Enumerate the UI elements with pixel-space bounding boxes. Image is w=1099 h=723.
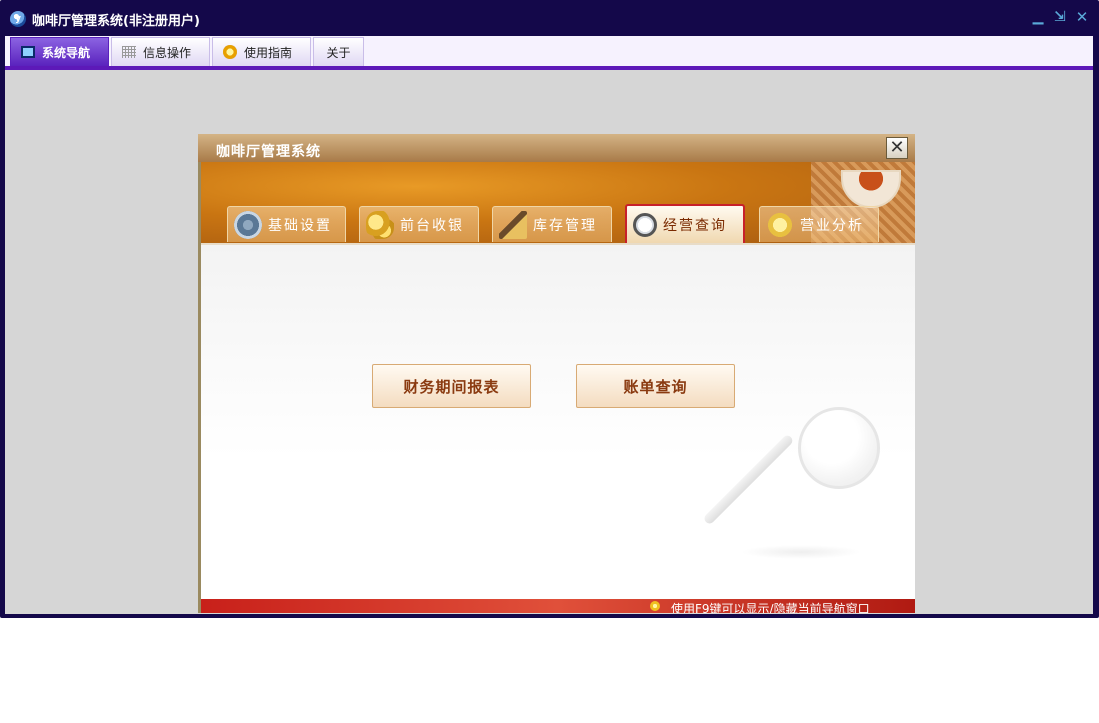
tab-inventory[interactable]: 库存管理 (492, 206, 612, 242)
app-title: 咖啡厅管理系统(非注册用户) (32, 14, 200, 29)
menu-tab-info-ops[interactable]: 信息操作 (111, 37, 210, 66)
tab-front-cashier[interactable]: 前台收银 (359, 206, 479, 242)
bill-query-button[interactable]: 账单查询 (576, 364, 735, 408)
module-tab-label: 前台收银 (400, 217, 464, 234)
dialog-status-bar: 使用F9键可以显示/隐藏当前导航窗口 (201, 599, 915, 613)
dialog-close-button[interactable]: ✕ (886, 137, 908, 159)
coins-icon (366, 210, 394, 239)
title-bar[interactable]: y 咖啡厅管理系统(非注册用户) ▁ ⇲ ✕ (0, 0, 1099, 36)
lightbulb-icon (650, 601, 660, 611)
tab-content-panel: 财务期间报表 账单查询 (201, 243, 915, 599)
close-button[interactable]: ✕ (1073, 8, 1091, 26)
status-hint-text: 使用F9键可以显示/隐藏当前导航窗口 (671, 602, 870, 613)
dialog-title: 咖啡厅管理系统 (216, 144, 321, 160)
minimize-button[interactable]: ▁ (1029, 8, 1047, 26)
magnifier-watermark-handle (702, 433, 795, 526)
menu-tab-label: 系统导航 (42, 45, 91, 60)
menu-tab-label: 关于 (326, 45, 351, 60)
magnifier-watermark-icon (798, 407, 880, 489)
tab-business-query[interactable]: 经营查询 (625, 204, 745, 243)
menu-tab-user-guide[interactable]: 使用指南 (212, 37, 311, 66)
magnifier-icon (633, 212, 657, 237)
menu-bar: 系统导航 信息操作 使用指南 关于 (5, 36, 1093, 66)
tab-basic-settings[interactable]: 基础设置 (227, 206, 346, 242)
finance-period-report-button[interactable]: 财务期间报表 (372, 364, 531, 408)
monitor-icon (21, 46, 35, 58)
grid-icon (122, 46, 136, 58)
house-icon (499, 210, 527, 239)
module-tab-label: 库存管理 (533, 217, 597, 234)
menu-tab-label: 信息操作 (143, 45, 192, 60)
menu-tab-label: 使用指南 (244, 45, 293, 60)
gear-icon (234, 210, 262, 239)
menu-tab-system-nav[interactable]: 系统导航 (10, 37, 109, 66)
tab-business-analysis[interactable]: 营业分析 (759, 206, 879, 242)
menu-tab-about[interactable]: 关于 (313, 37, 364, 66)
clock-icon (223, 45, 237, 59)
navigation-dialog: 咖啡厅管理系统 ✕ 基础设置 前台收银 库存管理 经营查询 营业分析 财务期间报… (198, 134, 915, 613)
module-tab-label: 营业分析 (800, 217, 864, 234)
restore-button[interactable]: ⇲ (1051, 8, 1069, 26)
star-icon (766, 210, 794, 239)
coffee-logo-icon: y (10, 11, 26, 27)
magnifier-shadow (741, 545, 861, 559)
dialog-title-bar[interactable]: 咖啡厅管理系统 ✕ (198, 134, 915, 162)
module-tab-label: 基础设置 (268, 217, 332, 234)
module-tab-label: 经营查询 (663, 217, 727, 234)
